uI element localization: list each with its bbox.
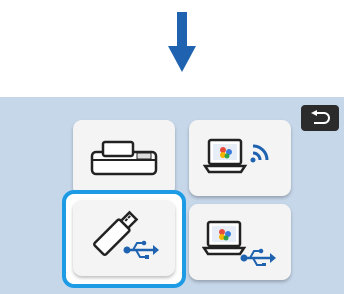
usb-flash-drive-option[interactable] (73, 200, 175, 276)
wireless-computer-option[interactable] (189, 120, 291, 196)
laptop-wireless-icon (203, 138, 269, 174)
usb-flash-drive-icon (93, 210, 159, 259)
cutting-machine-icon (90, 140, 158, 176)
cutting-machine-option[interactable] (73, 120, 175, 196)
back-button[interactable] (301, 105, 339, 131)
laptop-usb-icon (202, 220, 276, 266)
down-arrow-icon (168, 12, 196, 72)
usb-computer-option[interactable] (189, 204, 291, 280)
return-arrow-icon (311, 110, 330, 124)
device-screen-panel (0, 97, 344, 294)
